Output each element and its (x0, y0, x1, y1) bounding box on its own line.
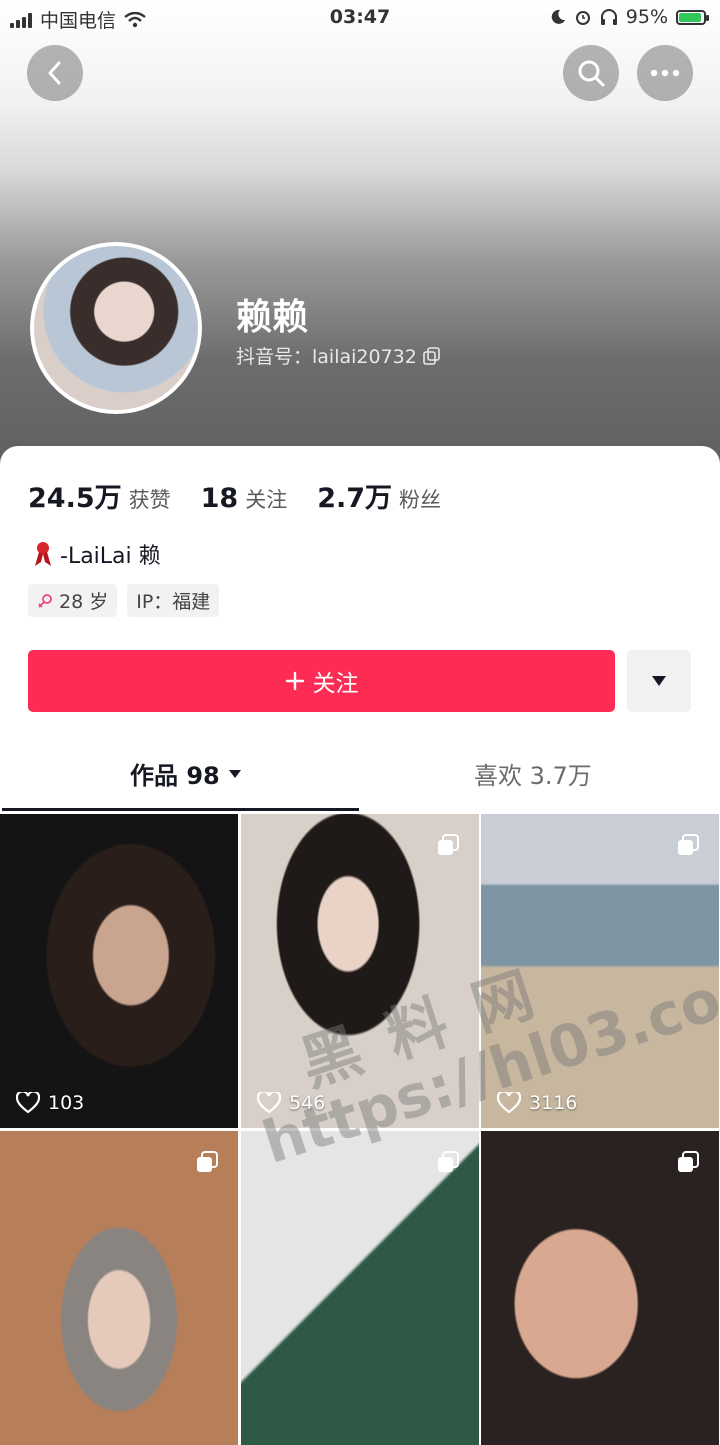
video-thumbnail[interactable]: 103 (0, 814, 238, 1128)
heart-icon (497, 1092, 521, 1114)
bio-text: -LaiLai 赖 (60, 544, 161, 569)
douyin-id[interactable]: 抖音号：lailai20732 (236, 342, 441, 369)
avatar[interactable] (30, 242, 202, 414)
video-thumbnail[interactable] (0, 1131, 238, 1445)
stat-following[interactable]: 18 关注 (201, 483, 288, 514)
video-thumbnail[interactable]: 3116 (481, 814, 719, 1128)
more-dots-icon (650, 69, 680, 77)
age-tag: 28 岁 (28, 584, 118, 617)
stats-row: 24.5万 获赞 18 关注 2.7万 粉丝 (28, 476, 471, 515)
heart-icon (16, 1092, 40, 1114)
copy-icon[interactable] (423, 346, 441, 365)
douyin-id-text: 抖音号：lailai20732 (236, 346, 417, 368)
video-like-count: 103 (16, 1092, 84, 1114)
female-icon (38, 593, 52, 608)
tab-works[interactable]: 作品 98 (130, 756, 242, 791)
recommend-dropdown-button[interactable] (627, 650, 691, 712)
age-text: 28 岁 (59, 591, 109, 613)
caret-down-icon (228, 769, 241, 778)
video-thumbnail[interactable] (481, 1131, 719, 1445)
profile-name: 赖赖 (236, 297, 309, 338)
stat-likes-value: 24.5万 (28, 483, 122, 514)
triangle-down-icon (652, 676, 666, 686)
video-like-count: 3116 (497, 1092, 577, 1114)
stat-followers-label: 粉丝 (399, 488, 442, 512)
ip-tag: IP：福建 (127, 584, 220, 617)
video-thumbnail[interactable] (241, 1131, 479, 1445)
battery-icon (676, 9, 709, 25)
alarm-icon (575, 11, 590, 25)
bio: -LaiLai 赖 (32, 538, 161, 570)
red-ribbon-icon (35, 542, 51, 566)
search-icon (578, 60, 605, 87)
search-button[interactable] (563, 45, 619, 101)
follow-button[interactable]: 关注 (28, 650, 615, 712)
heart-icon (257, 1092, 281, 1114)
stat-following-value: 18 (200, 483, 239, 514)
follow-label: 关注 (312, 671, 359, 697)
video-like-count: 546 (257, 1092, 325, 1114)
tab-likes[interactable]: 喜欢 3.7万 (474, 756, 592, 791)
content-tabs: 作品 98 喜欢 3.7万 (0, 742, 720, 812)
moon-icon (551, 9, 565, 24)
like-count-text: 546 (289, 1092, 326, 1114)
multi-photo-icon (678, 1151, 699, 1172)
more-options-button[interactable] (637, 45, 693, 101)
stat-followers-value: 2.7万 (317, 483, 393, 514)
stat-followers[interactable]: 2.7万 粉丝 (317, 476, 441, 515)
status-bar: 中国电信 03:47 95% (0, 0, 720, 36)
stat-likes[interactable]: 24.5万 获赞 (28, 476, 171, 515)
tab-indicator (2, 808, 359, 811)
multi-photo-icon (678, 834, 699, 855)
ip-text: IP：福建 (136, 591, 211, 613)
stat-following-label: 关注 (245, 488, 288, 512)
like-count-text: 3116 (529, 1092, 578, 1114)
plus-icon (285, 671, 304, 691)
headphones-icon (600, 9, 617, 25)
profile-tags: 28 岁 IP：福建 (28, 584, 220, 617)
tab-works-label: 作品 98 (130, 762, 220, 790)
multi-photo-icon (197, 1151, 218, 1172)
stat-likes-label: 获赞 (128, 488, 171, 512)
profile-card: 24.5万 获赞 18 关注 2.7万 粉丝 -LaiLai 赖 28 岁 IP… (0, 446, 720, 1445)
video-thumbnail[interactable]: 546 (241, 814, 479, 1128)
back-button[interactable] (27, 45, 83, 101)
multi-photo-icon (438, 1151, 459, 1172)
multi-photo-icon (438, 834, 459, 855)
chevron-left-icon (48, 61, 61, 85)
battery-percent: 95% (625, 6, 668, 28)
tab-likes-label: 喜欢 3.7万 (474, 762, 592, 790)
like-count-text: 103 (48, 1092, 85, 1114)
